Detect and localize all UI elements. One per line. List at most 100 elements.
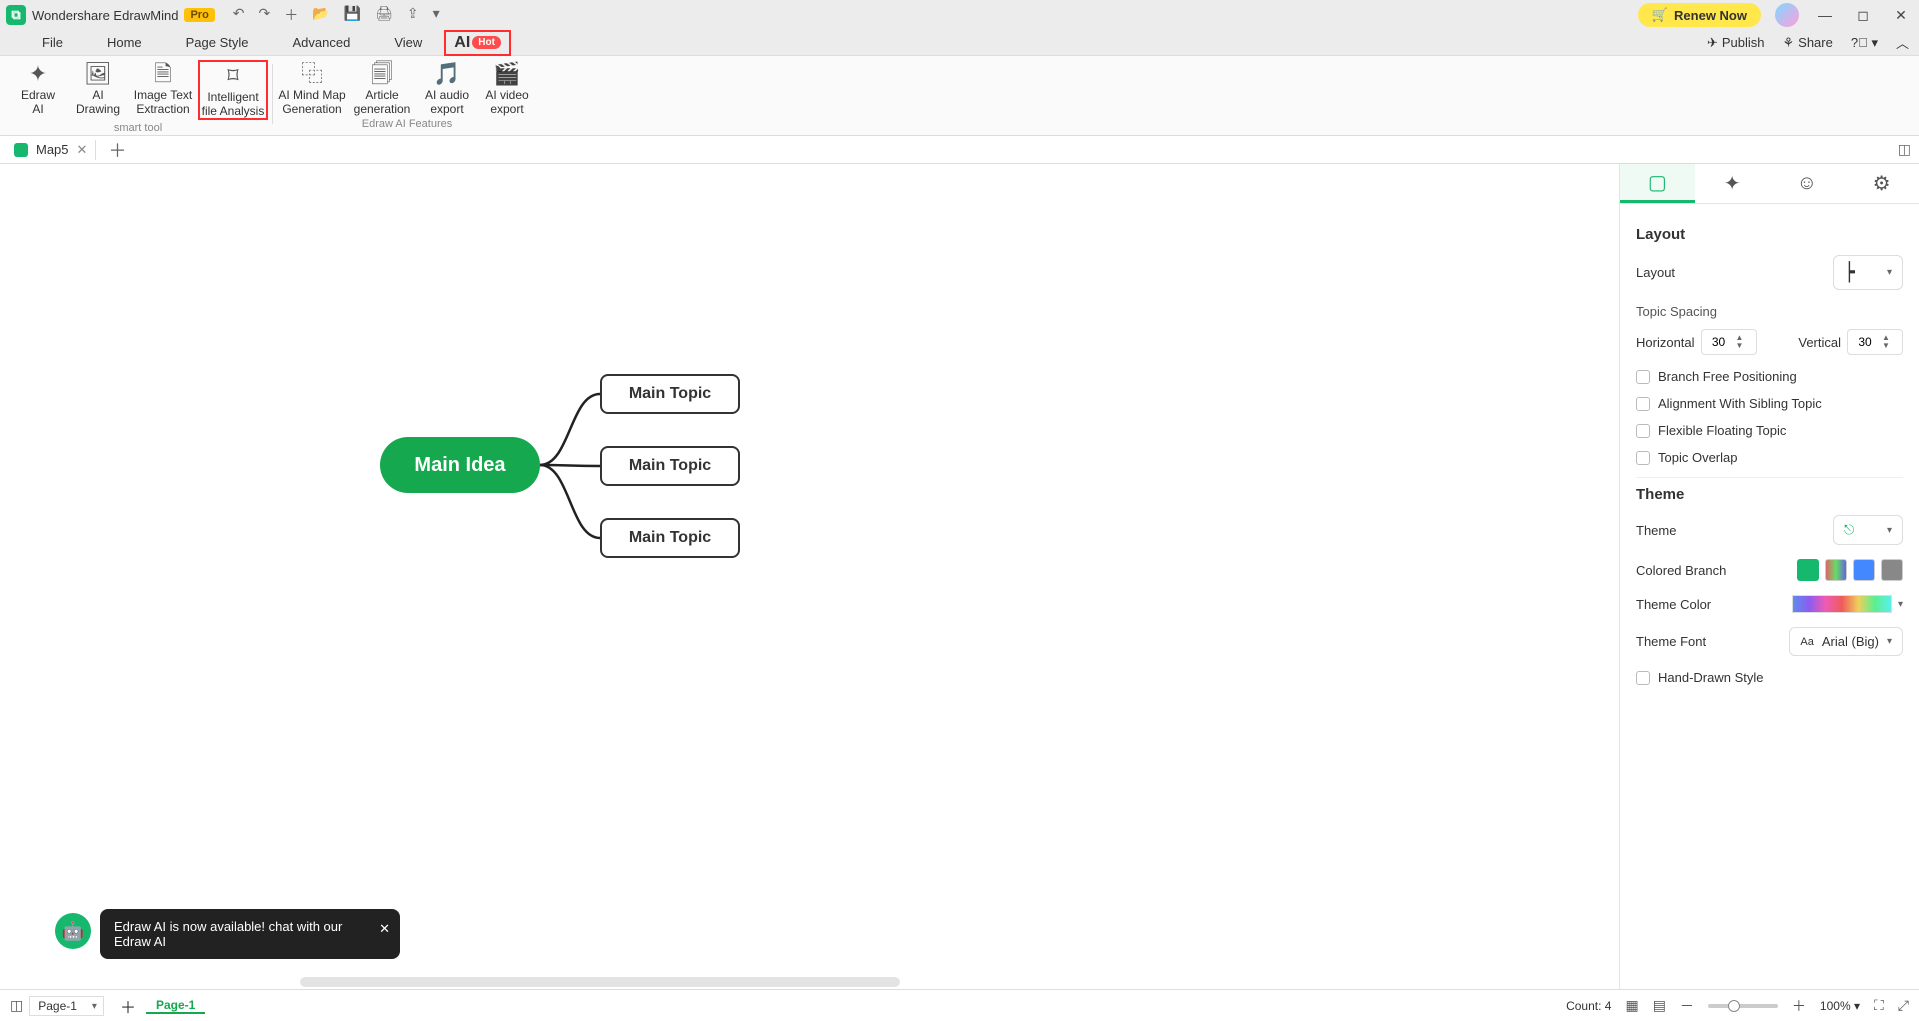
layout-icon: ▢ <box>1648 170 1667 195</box>
gear-icon: ⚙ <box>1873 171 1891 196</box>
vertical-label: Vertical <box>1798 335 1841 350</box>
undo-icon[interactable]: ↶ <box>233 5 245 25</box>
renew-button[interactable]: 🛒Renew Now <box>1638 3 1761 27</box>
menu-ai-label: AI <box>454 34 470 52</box>
down-icon[interactable]: ▼ <box>1882 342 1890 350</box>
horizontal-scrollbar[interactable] <box>300 977 900 987</box>
ai-video-export-button[interactable]: 🎬AI videoexport <box>477 60 537 116</box>
menu-home[interactable]: Home <box>85 35 164 50</box>
branch-swatch-2[interactable] <box>1825 559 1847 581</box>
open-icon[interactable]: 📂 <box>312 5 329 25</box>
theme-color-strip[interactable] <box>1792 595 1892 613</box>
save-icon[interactable]: 💾 <box>344 5 361 25</box>
theme-font-dropdown[interactable]: AaArial (Big)▾ <box>1789 627 1903 656</box>
topic-node-3[interactable]: Main Topic <box>600 518 740 558</box>
share-label: Share <box>1798 35 1833 50</box>
ribbon-separator <box>272 64 273 124</box>
menu-ai[interactable]: AI Hot <box>444 30 511 56</box>
rb-l: generation <box>354 102 411 116</box>
zoom-out-icon[interactable]: － <box>1680 996 1694 1016</box>
topic-node-2[interactable]: Main Topic <box>600 446 740 486</box>
ribbon-group-smart-tool: smart tool <box>114 122 162 134</box>
new-tab-button[interactable]: ＋ <box>102 137 132 163</box>
read-view-icon[interactable]: ▤ <box>1653 997 1666 1014</box>
checkbox-icon <box>1636 397 1650 411</box>
rb-l: Drawing <box>76 102 120 116</box>
add-page-button[interactable]: ＋ <box>110 994 146 1018</box>
canvas[interactable]: Main Idea Main Topic Main Topic Main Top… <box>0 164 1619 989</box>
publish-button[interactable]: ✈Publish <box>1707 35 1765 51</box>
menu-view[interactable]: View <box>372 35 444 50</box>
branch-swatch-3[interactable] <box>1853 559 1875 581</box>
edraw-ai-button[interactable]: ✦EdrawAI <box>8 60 68 120</box>
intelligent-file-analysis-button[interactable]: ⌑Intelligentfile Analysis <box>198 60 268 120</box>
toast-close-icon[interactable]: ✕ <box>379 921 390 937</box>
chevron-down-icon[interactable]: ▾ <box>1898 599 1903 610</box>
user-avatar[interactable] <box>1775 3 1799 27</box>
qat-more-icon[interactable]: ▾ <box>433 5 440 25</box>
hot-badge: Hot <box>472 36 501 49</box>
send-icon: ✈ <box>1707 35 1718 51</box>
toggle-panel-icon[interactable]: ◫ <box>1898 141 1911 158</box>
page-tab-1[interactable]: Page-1 <box>146 998 205 1014</box>
redo-icon[interactable]: ↷ <box>259 5 271 25</box>
fullscreen-icon[interactable]: ⤢ <box>1898 997 1909 1014</box>
vertical-spacing-input[interactable] <box>1848 335 1882 349</box>
tab-close-icon[interactable]: ✕ <box>77 142 88 158</box>
ai-audio-export-button[interactable]: 🎵AI audioexport <box>417 60 477 116</box>
new-icon[interactable]: ＋ <box>284 5 298 25</box>
down-icon[interactable]: ▼ <box>1736 342 1744 350</box>
ai-chat-fab[interactable]: 🤖 <box>55 913 91 949</box>
layout-dropdown[interactable]: ┝▾ <box>1833 255 1903 290</box>
export-icon[interactable]: ⇪ <box>407 5 419 25</box>
theme-font-value: Arial (Big) <box>1822 634 1879 649</box>
collapse-ribbon-icon[interactable]: ︿ <box>1896 33 1909 52</box>
panel-tab-settings[interactable]: ⚙ <box>1844 164 1919 203</box>
vertical-spacing-stepper[interactable]: ▲▼ <box>1847 329 1903 355</box>
menu-file[interactable]: File <box>20 35 85 50</box>
menu-advanced[interactable]: Advanced <box>271 35 373 50</box>
ai-drawing-button[interactable]: 🖼AIDrawing <box>68 60 128 120</box>
hand-drawn-checkbox[interactable]: Hand-Drawn Style <box>1636 670 1903 685</box>
image-text-extract-button[interactable]: 🗎Image TextExtraction <box>128 60 198 120</box>
rb-l: Image Text <box>134 88 192 102</box>
panel-tab-style[interactable]: ✦ <box>1695 164 1770 203</box>
maximize-icon[interactable]: ◻ <box>1851 7 1875 24</box>
slider-thumb[interactable] <box>1728 1000 1740 1012</box>
branch-free-positioning-checkbox[interactable]: Branch Free Positioning <box>1636 369 1903 384</box>
zoom-value[interactable]: 100% ▾ <box>1820 999 1860 1013</box>
topic-node-1[interactable]: Main Topic <box>600 374 740 414</box>
root-node[interactable]: Main Idea <box>380 437 540 493</box>
chevron-down-icon: ▾ <box>1887 267 1892 278</box>
horizontal-spacing-input[interactable] <box>1702 335 1736 349</box>
chk-label: Flexible Floating Topic <box>1658 423 1786 438</box>
alignment-sibling-checkbox[interactable]: Alignment With Sibling Topic <box>1636 396 1903 411</box>
horizontal-spacing-stepper[interactable]: ▲▼ <box>1701 329 1757 355</box>
rb-l: file Analysis <box>202 104 265 118</box>
topic-spacing-label: Topic Spacing <box>1636 304 1903 319</box>
theme-dropdown[interactable]: ⎋▾ <box>1833 515 1903 545</box>
ai-mindmap-gen-button[interactable]: ⿻AI Mind MapGeneration <box>277 60 347 116</box>
grid-view-icon[interactable]: ▦ <box>1625 997 1638 1014</box>
zoom-slider[interactable] <box>1708 1004 1778 1008</box>
panel-tab-layout[interactable]: ▢ <box>1620 164 1695 203</box>
close-icon[interactable]: ✕ <box>1889 7 1913 24</box>
chevron-down-icon: ▾ <box>92 1001 97 1012</box>
print-icon[interactable]: 🖨 <box>375 5 393 25</box>
flexible-floating-checkbox[interactable]: Flexible Floating Topic <box>1636 423 1903 438</box>
help-icon[interactable]: ?⃝ ▾ <box>1851 35 1878 51</box>
branch-swatch-4[interactable] <box>1881 559 1903 581</box>
branch-swatch-1[interactable] <box>1797 559 1819 581</box>
menu-page-style[interactable]: Page Style <box>164 35 271 50</box>
zoom-in-icon[interactable]: ＋ <box>1792 996 1806 1016</box>
outline-toggle-icon[interactable]: ◫ <box>10 997 23 1014</box>
chk-label: Alignment With Sibling Topic <box>1658 396 1822 411</box>
doc-tab-map5[interactable]: Map5 ✕ <box>6 140 96 160</box>
page-dropdown[interactable]: Page-1 ▾ <box>29 996 104 1016</box>
panel-tab-emoji[interactable]: ☺ <box>1770 164 1845 203</box>
fit-screen-icon[interactable]: ⛶ <box>1874 997 1884 1014</box>
topic-overlap-checkbox[interactable]: Topic Overlap <box>1636 450 1903 465</box>
share-button[interactable]: ⚘Share <box>1783 35 1833 51</box>
minimize-icon[interactable]: — <box>1813 7 1837 23</box>
article-gen-button[interactable]: 🗐Articlegeneration <box>347 60 417 116</box>
